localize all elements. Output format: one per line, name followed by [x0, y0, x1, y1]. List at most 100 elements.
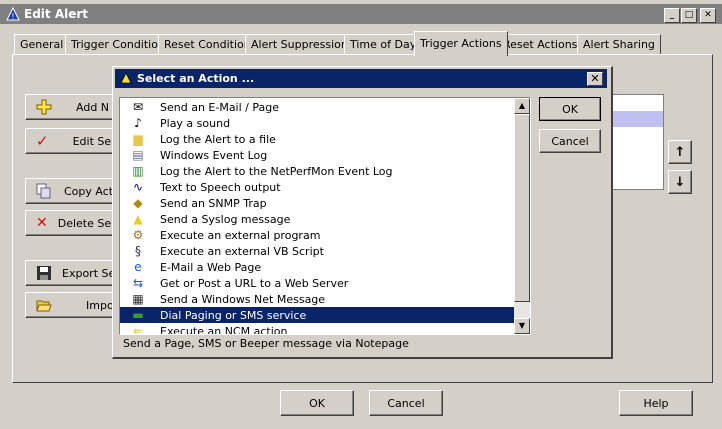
- export-selected-label: Export Sel: [62, 266, 117, 280]
- actions-list[interactable]: [608, 94, 664, 190]
- action-item[interactable]: ◆ Send an SNMP Trap: [120, 195, 516, 211]
- action-item[interactable]: ⚙ Execute an external program: [120, 227, 516, 243]
- action-item[interactable]: ▥ Log the Alert to the NetPerfMon Event L…: [120, 163, 516, 179]
- action-item[interactable]: ∿ Text to Speech output: [120, 179, 516, 195]
- action-item[interactable]: ▤ Windows Event Log: [120, 147, 516, 163]
- arrow-up-icon: ↑: [674, 144, 686, 160]
- chart-log-icon: ▥: [132, 164, 144, 178]
- folder-open-icon: [36, 297, 52, 313]
- help-button[interactable]: Help: [619, 390, 693, 416]
- tab-general[interactable]: General: [14, 34, 70, 55]
- scroll-thumb[interactable]: [514, 114, 530, 302]
- action-item-label: E-Mail a Web Page: [160, 260, 262, 274]
- action-item-label: Text to Speech output: [160, 180, 281, 194]
- delete-selected-label: Delete Sele: [57, 216, 117, 230]
- dialog-title: Select an Action ...: [137, 72, 255, 85]
- action-item[interactable]: ⇐ Execute an NCM action: [120, 323, 516, 335]
- ie-browser-icon: e: [134, 260, 142, 274]
- tab-alert-sharing[interactable]: Alert Sharing: [577, 34, 661, 55]
- copy-action-label: Copy Actio: [64, 184, 116, 198]
- action-item-label: Get or Post a URL to a Web Server: [160, 276, 349, 290]
- action-item[interactable]: e E-Mail a Web Page: [120, 259, 516, 275]
- warning-triangle-icon: ▲: [133, 212, 143, 226]
- action-item[interactable]: ✉ Send an E-Mail / Page: [120, 99, 516, 115]
- cancel-button[interactable]: Cancel: [369, 390, 443, 416]
- action-item[interactable]: ⇆ Get or Post a URL to a Web Server: [120, 275, 516, 291]
- action-item-label: Send an E-Mail / Page: [160, 100, 280, 114]
- music-note-icon: ♪: [134, 116, 142, 130]
- window-title: Edit Alert: [24, 7, 89, 21]
- action-item-label: Send an SNMP Trap: [160, 196, 267, 210]
- maximize-button[interactable]: □: [681, 8, 697, 23]
- tab-trigger-condition[interactable]: Trigger Condition: [65, 34, 171, 55]
- gear-icon: ⚙: [132, 228, 144, 242]
- waveform-icon: ∿: [132, 180, 144, 194]
- action-item[interactable]: § Execute an external VB Script: [120, 243, 516, 259]
- pager-icon: ▬: [132, 308, 144, 322]
- selected-action-row[interactable]: [609, 111, 663, 127]
- tab-trigger-actions[interactable]: Trigger Actions: [414, 31, 508, 56]
- folder-icon: ▆: [133, 132, 143, 146]
- warning-icon: [120, 72, 132, 84]
- tab-alert-suppression[interactable]: Alert Suppression: [245, 34, 354, 55]
- action-item[interactable]: ▲ Send a Syslog message: [120, 211, 516, 227]
- action-item-label: Execute an NCM action: [160, 324, 288, 335]
- scroll-down-button[interactable]: ▼: [514, 318, 530, 334]
- copy-icon: [36, 183, 52, 199]
- action-listbox[interactable]: ✉ Send an E-Mail / Page ♪ Play a sound ▆ Log …: [119, 97, 531, 335]
- action-item-label: Windows Event Log: [160, 148, 268, 162]
- action-item-label: Log the Alert to the NetPerfMon Event Lo…: [160, 164, 393, 178]
- action-item-label: Dial Paging or SMS service: [160, 308, 307, 322]
- script-icon: §: [135, 244, 141, 258]
- action-item[interactable]: ▬ Dial Paging or SMS service: [120, 307, 516, 323]
- dialog-title-bar: Select an Action ... ✕: [115, 69, 607, 88]
- tab-time-of-day[interactable]: Time of Day: [344, 34, 423, 55]
- event-log-icon: ▤: [132, 148, 144, 162]
- add-new-action-button[interactable]: Add N: [25, 94, 117, 120]
- action-description: Send a Page, SMS or Beeper message via N…: [123, 337, 409, 350]
- title-bar: ! Edit Alert _ □ ✕: [0, 4, 722, 24]
- action-item[interactable]: ▆ Log the Alert to a file: [120, 131, 516, 147]
- plus-icon: [36, 99, 52, 115]
- svg-text:!: !: [11, 12, 14, 21]
- snmp-trap-icon: ◆: [133, 196, 143, 210]
- action-items: ✉ Send an E-Mail / Page ♪ Play a sound ▆ Log …: [120, 99, 516, 335]
- action-item[interactable]: ♪ Play a sound: [120, 115, 516, 131]
- action-item-label: Log the Alert to a file: [160, 132, 276, 146]
- ncm-icon: ⇐: [132, 324, 144, 335]
- action-item-label: Execute an external VB Script: [160, 244, 324, 258]
- export-selected-button[interactable]: Export Sel: [25, 260, 117, 286]
- add-new-label: Add N: [76, 100, 110, 114]
- move-up-button[interactable]: ↑: [668, 140, 692, 164]
- close-button[interactable]: ✕: [700, 8, 716, 23]
- move-down-button[interactable]: ↓: [668, 170, 692, 194]
- delete-selected-button[interactable]: ✕ Delete Sele: [25, 210, 117, 236]
- dialog-cancel-button[interactable]: Cancel: [539, 129, 601, 153]
- scroll-up-button[interactable]: ▲: [514, 98, 530, 114]
- vertical-scrollbar[interactable]: ▲ ▼: [514, 98, 530, 334]
- save-icon: [36, 265, 52, 281]
- edit-selected-label: Edit Sele: [72, 134, 117, 148]
- dialog-ok-button[interactable]: OK: [539, 97, 601, 121]
- envelope-icon: ✉: [132, 100, 144, 114]
- action-item-label: Send a Syslog message: [160, 212, 291, 226]
- edit-selected-button[interactable]: ✓ Edit Sele: [25, 128, 117, 154]
- action-item-label: Play a sound: [160, 116, 231, 130]
- action-item-label: Send a Windows Net Message: [160, 292, 326, 306]
- action-item-label: Execute an external program: [160, 228, 321, 242]
- tab-reset-actions[interactable]: Reset Actions: [497, 34, 584, 55]
- minimize-button[interactable]: _: [664, 8, 680, 23]
- dialog-close-button[interactable]: ✕: [587, 72, 603, 86]
- checkmark-icon: ✓: [36, 132, 49, 150]
- tab-reset-condition[interactable]: Reset Condition: [158, 34, 257, 55]
- net-message-icon: ▦: [132, 292, 144, 306]
- import-button[interactable]: Impor: [25, 292, 117, 318]
- action-item[interactable]: ▦ Send a Windows Net Message: [120, 291, 516, 307]
- select-action-dialog: Select an Action ... ✕ ✉ Send an E-Mail /…: [112, 66, 613, 359]
- delete-x-icon: ✕: [36, 215, 48, 231]
- arrow-down-icon: ↓: [674, 174, 686, 190]
- copy-action-button[interactable]: Copy Actio: [25, 178, 117, 204]
- web-server-icon: ⇆: [132, 276, 144, 290]
- ok-button[interactable]: OK: [280, 390, 354, 416]
- app-warning-icon: !: [6, 7, 20, 21]
